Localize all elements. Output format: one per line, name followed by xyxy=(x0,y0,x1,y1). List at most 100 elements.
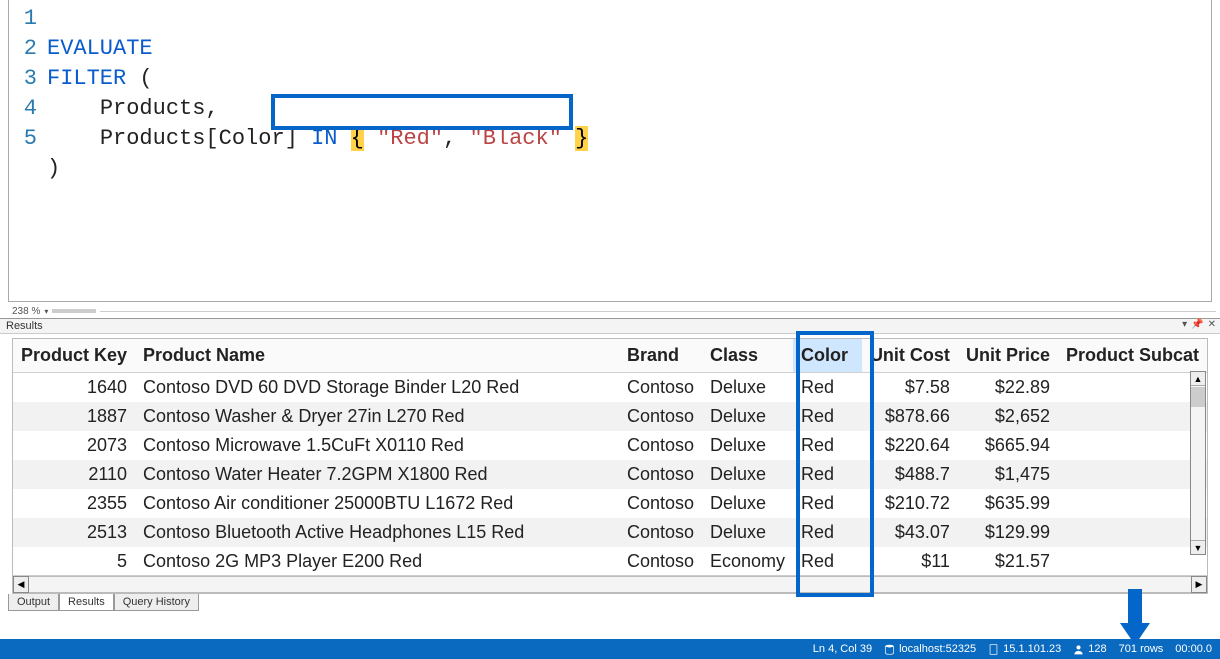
column-header-product_subcat[interactable]: Product Subcat xyxy=(1058,339,1207,373)
row-count: 701 rows xyxy=(1119,643,1164,655)
cell-product_name: Contoso Washer & Dryer 27in L270 Red xyxy=(135,402,619,431)
cell-class: Deluxe xyxy=(702,373,793,403)
cell-brand: Contoso xyxy=(619,431,702,460)
cell-product_name: Contoso Air conditioner 25000BTU L1672 R… xyxy=(135,489,619,518)
tab-results[interactable]: Results xyxy=(59,594,114,611)
panel-pin-icon[interactable]: 📌 xyxy=(1191,319,1203,330)
table-row[interactable]: 1887Contoso Washer & Dryer 27in L270 Red… xyxy=(13,402,1207,431)
results-panel-header: Results ▾ 📌 ✕ xyxy=(0,318,1220,334)
cell-product_subcat xyxy=(1058,489,1207,518)
panel-menu-icon[interactable]: ▾ xyxy=(1182,319,1187,330)
zoom-dropdown-icon[interactable]: ▾ xyxy=(44,307,48,316)
line-number: 1 xyxy=(9,4,37,34)
code-editor[interactable]: 1 2 3 4 5 EVALUATE FILTER ( Products, Pr… xyxy=(8,0,1212,302)
bottom-tabs: Output Results Query History xyxy=(8,594,1220,611)
column-header-unit_price[interactable]: Unit Price xyxy=(958,339,1058,373)
cell-product_name: Contoso Microwave 1.5CuFt X0110 Red xyxy=(135,431,619,460)
table-ref: Products xyxy=(100,96,206,121)
cell-color: Red xyxy=(793,489,862,518)
scroll-up-button[interactable]: ▲ xyxy=(1191,372,1205,386)
code-content[interactable]: EVALUATE FILTER ( Products, Products[Col… xyxy=(47,4,1211,184)
user-icon xyxy=(1073,644,1084,655)
cell-unit_cost: $488.7 xyxy=(862,460,958,489)
table-row[interactable]: 1640Contoso DVD 60 DVD Storage Binder L2… xyxy=(13,373,1207,403)
results-table[interactable]: Product KeyProduct NameBrandClassColorUn… xyxy=(13,339,1207,575)
column-header-color[interactable]: Color xyxy=(793,339,862,373)
scroll-right-button[interactable]: ▶ xyxy=(1191,576,1207,593)
table-row[interactable]: 5Contoso 2G MP3 Player E200 RedContosoEc… xyxy=(13,547,1207,575)
cell-unit_price: $2,652 xyxy=(958,402,1058,431)
brace-open: { xyxy=(351,126,364,151)
cell-unit_price: $635.99 xyxy=(958,489,1058,518)
panel-close-icon[interactable]: ✕ xyxy=(1208,319,1216,330)
table-row[interactable]: 2513Contoso Bluetooth Active Headphones … xyxy=(13,518,1207,547)
in-keyword: IN xyxy=(311,126,337,151)
column-header-unit_cost[interactable]: Unit Cost xyxy=(862,339,958,373)
cell-unit_cost: $43.07 xyxy=(862,518,958,547)
tab-query-history[interactable]: Query History xyxy=(114,594,199,611)
cell-color: Red xyxy=(793,460,862,489)
cell-color: Red xyxy=(793,431,862,460)
cell-class: Deluxe xyxy=(702,489,793,518)
cell-unit_cost: $220.64 xyxy=(862,431,958,460)
zoom-level: 238 % xyxy=(12,306,40,317)
table-row[interactable]: 2110Contoso Water Heater 7.2GPM X1800 Re… xyxy=(13,460,1207,489)
scroll-track[interactable] xyxy=(29,576,1191,593)
column-header-brand[interactable]: Brand xyxy=(619,339,702,373)
cell-product_subcat xyxy=(1058,431,1207,460)
cell-brand: Contoso xyxy=(619,547,702,575)
cell-class: Deluxe xyxy=(702,402,793,431)
cell-unit_cost: $210.72 xyxy=(862,489,958,518)
cell-product_name: Contoso 2G MP3 Player E200 Red xyxy=(135,547,619,575)
dax-keyword: FILTER xyxy=(47,66,126,91)
cell-product_name: Contoso Water Heater 7.2GPM X1800 Red xyxy=(135,460,619,489)
cell-unit_cost: $7.58 xyxy=(862,373,958,403)
column-header-product_name[interactable]: Product Name xyxy=(135,339,619,373)
column-header-class[interactable]: Class xyxy=(702,339,793,373)
table-row[interactable]: 2073Contoso Microwave 1.5CuFt X0110 RedC… xyxy=(13,431,1207,460)
cell-product_subcat xyxy=(1058,373,1207,403)
results-grid-pane: Product KeyProduct NameBrandClassColorUn… xyxy=(12,338,1208,594)
cell-brand: Contoso xyxy=(619,373,702,403)
table-header-row: Product KeyProduct NameBrandClassColorUn… xyxy=(13,339,1207,373)
scroll-left-button[interactable]: ◀ xyxy=(13,576,29,593)
cell-class: Deluxe xyxy=(702,460,793,489)
cell-brand: Contoso xyxy=(619,489,702,518)
column-header-product_key[interactable]: Product Key xyxy=(13,339,135,373)
cell-unit_cost: $878.66 xyxy=(862,402,958,431)
paren-open: ( xyxy=(139,66,152,91)
vertical-scrollbar[interactable]: ▲ ▼ xyxy=(1190,371,1206,555)
cell-class: Deluxe xyxy=(702,518,793,547)
horizontal-scrollbar[interactable]: ◀ ▶ xyxy=(13,575,1207,593)
cell-brand: Contoso xyxy=(619,402,702,431)
cell-product_name: Contoso DVD 60 DVD Storage Binder L20 Re… xyxy=(135,373,619,403)
cell-unit_cost: $11 xyxy=(862,547,958,575)
tab-output[interactable]: Output xyxy=(8,594,59,611)
cell-product_name: Contoso Bluetooth Active Headphones L15 … xyxy=(135,518,619,547)
zoom-strip[interactable]: 238 % ▾ xyxy=(0,302,1220,318)
cell-product_key: 2073 xyxy=(13,431,135,460)
line-number: 5 xyxy=(9,124,37,154)
cell-unit_price: $665.94 xyxy=(958,431,1058,460)
version: 15.1.101.23 xyxy=(1003,643,1061,655)
cell-product_key: 5 xyxy=(13,547,135,575)
line-number: 2 xyxy=(9,34,37,64)
cell-unit_price: $1,475 xyxy=(958,460,1058,489)
cursor-position: Ln 4, Col 39 xyxy=(813,643,872,655)
cell-product_key: 1887 xyxy=(13,402,135,431)
table-row[interactable]: 2355Contoso Air conditioner 25000BTU L16… xyxy=(13,489,1207,518)
status-bar: Ln 4, Col 39 localhost:52325 15.1.101.23… xyxy=(0,639,1220,659)
cell-product_subcat xyxy=(1058,518,1207,547)
string-literal: "Red" xyxy=(377,126,443,151)
database-icon xyxy=(884,644,895,655)
cell-product_key: 2110 xyxy=(13,460,135,489)
cell-unit_price: $129.99 xyxy=(958,518,1058,547)
line-number: 4 xyxy=(9,94,37,124)
zoom-slider[interactable] xyxy=(52,309,96,313)
elapsed-time: 00:00.0 xyxy=(1175,643,1212,655)
scroll-thumb[interactable] xyxy=(1191,387,1205,407)
cell-color: Red xyxy=(793,373,862,403)
cell-product_subcat xyxy=(1058,402,1207,431)
cell-brand: Contoso xyxy=(619,460,702,489)
scroll-down-button[interactable]: ▼ xyxy=(1191,540,1205,554)
